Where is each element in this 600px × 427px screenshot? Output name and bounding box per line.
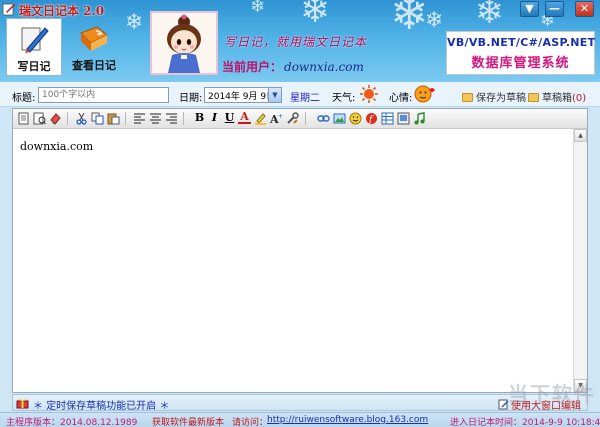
current-user-label: 当前用户： bbox=[222, 60, 283, 74]
highlight-icon[interactable] bbox=[254, 112, 267, 125]
autosave-status: ＊ 定时保存草稿功能已开启 ＊ bbox=[33, 401, 170, 412]
diary-editor[interactable]: B I U A A + f downxia.com ▲ ▼ bbox=[12, 108, 588, 393]
ad-banner[interactable]: VB/VB.NET/C#/ASP.NET 数据库管理系统 bbox=[446, 31, 595, 75]
get-latest-link[interactable]: 获取软件最新版本 bbox=[152, 415, 224, 427]
snowflake-decoration: ❄ bbox=[390, 0, 429, 40]
copy-icon[interactable] bbox=[91, 112, 104, 125]
scroll-up-arrow-icon[interactable]: ▲ bbox=[574, 129, 587, 142]
app-header: ❄ ❄ ❄ ❄ ❄ ❄ ❄ 瑞文日记本 2.0 ▼ — ✕ 写日记 查看日记 写… bbox=[0, 0, 600, 82]
login-time: 进入日记本时间：2014-9-9 10:18:45 bbox=[450, 418, 600, 427]
current-user: 当前用户： downxia.com bbox=[222, 58, 364, 75]
diary-form-row: 标题: 日期: 2014年 9月 9日 ▼ 星期二 天气: 心情: 保存为草稿 … bbox=[0, 82, 600, 107]
save-draft-button[interactable]: 保存为草稿 bbox=[462, 89, 526, 104]
image-icon[interactable] bbox=[333, 112, 346, 125]
tools-icon[interactable] bbox=[286, 112, 299, 125]
sun-icon[interactable] bbox=[359, 84, 379, 104]
underline-icon[interactable]: U bbox=[223, 111, 236, 125]
rss-book-icon bbox=[80, 26, 108, 51]
font-color-icon[interactable]: A bbox=[238, 111, 251, 124]
view-diary-button[interactable]: 查看日记 bbox=[66, 18, 122, 76]
cut-icon[interactable] bbox=[75, 112, 88, 125]
paste-icon[interactable] bbox=[107, 112, 120, 125]
gift-icon bbox=[16, 398, 29, 409]
window-title: 瑞文日记本 2.0 bbox=[19, 4, 105, 18]
eraser-icon[interactable] bbox=[49, 112, 62, 125]
svg-text:+: + bbox=[278, 113, 283, 120]
snowflake-decoration: ❄ bbox=[300, 0, 331, 31]
align-right-icon[interactable] bbox=[165, 112, 178, 125]
menu-down-button[interactable]: ▼ bbox=[520, 1, 539, 17]
title-input[interactable] bbox=[38, 87, 169, 103]
align-center-icon[interactable] bbox=[149, 112, 162, 125]
folder-icon bbox=[462, 93, 473, 102]
italic-icon[interactable]: I bbox=[208, 111, 221, 125]
ad-line-2: 数据库管理系统 bbox=[471, 56, 570, 71]
draft-count: (0) bbox=[572, 93, 587, 104]
date-picker[interactable]: 2014年 9月 9日 ▼ bbox=[204, 87, 282, 103]
toolbar-separator bbox=[67, 112, 68, 125]
toolbar-separator bbox=[183, 112, 184, 125]
app-icon bbox=[2, 3, 15, 16]
close-button[interactable]: ✕ bbox=[575, 1, 594, 17]
draft-box-button[interactable]: 草稿箱(0) bbox=[528, 89, 586, 104]
new-doc-icon[interactable] bbox=[17, 112, 30, 125]
folder-icon bbox=[528, 93, 539, 102]
link-icon[interactable] bbox=[317, 112, 330, 125]
draft-box-label: 草稿箱 bbox=[542, 93, 572, 104]
editor-scrollbar[interactable]: ▲ ▼ bbox=[573, 129, 587, 392]
media-icon[interactable] bbox=[397, 112, 410, 125]
status-strip: ＊ 定时保存草稿功能已开启 ＊ 使用大窗口编辑 bbox=[12, 394, 588, 412]
toolbar-separator bbox=[125, 112, 126, 125]
visit-label: 请访问： bbox=[232, 418, 269, 427]
snowflake-decoration: ❄ bbox=[425, 8, 444, 33]
table-icon[interactable] bbox=[381, 112, 394, 125]
title-label: 标题: bbox=[12, 93, 36, 104]
date-value: 2014年 9月 9日 bbox=[208, 92, 276, 102]
slogan-text: 写日记，就用瑞文日记本 bbox=[224, 35, 368, 49]
write-diary-button[interactable]: 写日记 bbox=[6, 18, 62, 76]
editor-toolbar: B I U A A + f bbox=[13, 109, 587, 129]
date-label: 日期: bbox=[179, 93, 203, 104]
align-left-icon[interactable] bbox=[133, 112, 146, 125]
mood-label: 心情: bbox=[389, 93, 413, 104]
font-size-icon[interactable]: A + bbox=[270, 112, 283, 125]
bold-icon[interactable]: B bbox=[193, 111, 206, 125]
write-diary-label: 写日记 bbox=[17, 60, 51, 73]
cartoon-girl-icon bbox=[167, 14, 201, 73]
view-diary-label: 查看日记 bbox=[72, 59, 116, 72]
minimize-button[interactable]: — bbox=[545, 1, 564, 17]
program-version: 主程序版本：2014.08.12.1989 bbox=[6, 418, 138, 427]
weekday-text: 星期二 bbox=[290, 93, 320, 104]
avatar bbox=[150, 11, 218, 75]
mood-face-icon[interactable] bbox=[414, 84, 436, 104]
smiley-icon[interactable] bbox=[349, 112, 362, 125]
music-icon[interactable] bbox=[413, 112, 426, 125]
snowflake-decoration: ❄ bbox=[475, 0, 504, 32]
snowflake-decoration: ❄ bbox=[250, 0, 266, 17]
chevron-down-icon[interactable]: ▼ bbox=[268, 88, 281, 102]
editor-content[interactable]: downxia.com bbox=[20, 140, 93, 153]
weather-label: 天气: bbox=[332, 93, 356, 104]
website-link[interactable]: http://ruiwensoftware.blog.163.com bbox=[267, 415, 428, 425]
current-user-name: downxia.com bbox=[284, 60, 364, 74]
footer-bar: 主程序版本：2014.08.12.1989 获取软件最新版本 请访问： http… bbox=[0, 412, 600, 427]
ad-line-1: VB/VB.NET/C#/ASP.NET bbox=[447, 36, 596, 49]
snowflake-decoration: ❄ bbox=[125, 10, 144, 35]
toolbar-separator bbox=[305, 112, 306, 125]
open-doc-icon[interactable] bbox=[33, 112, 46, 125]
pen-icon bbox=[21, 27, 49, 53]
save-draft-label: 保存为草稿 bbox=[476, 93, 526, 104]
flash-icon[interactable]: f bbox=[365, 112, 378, 125]
